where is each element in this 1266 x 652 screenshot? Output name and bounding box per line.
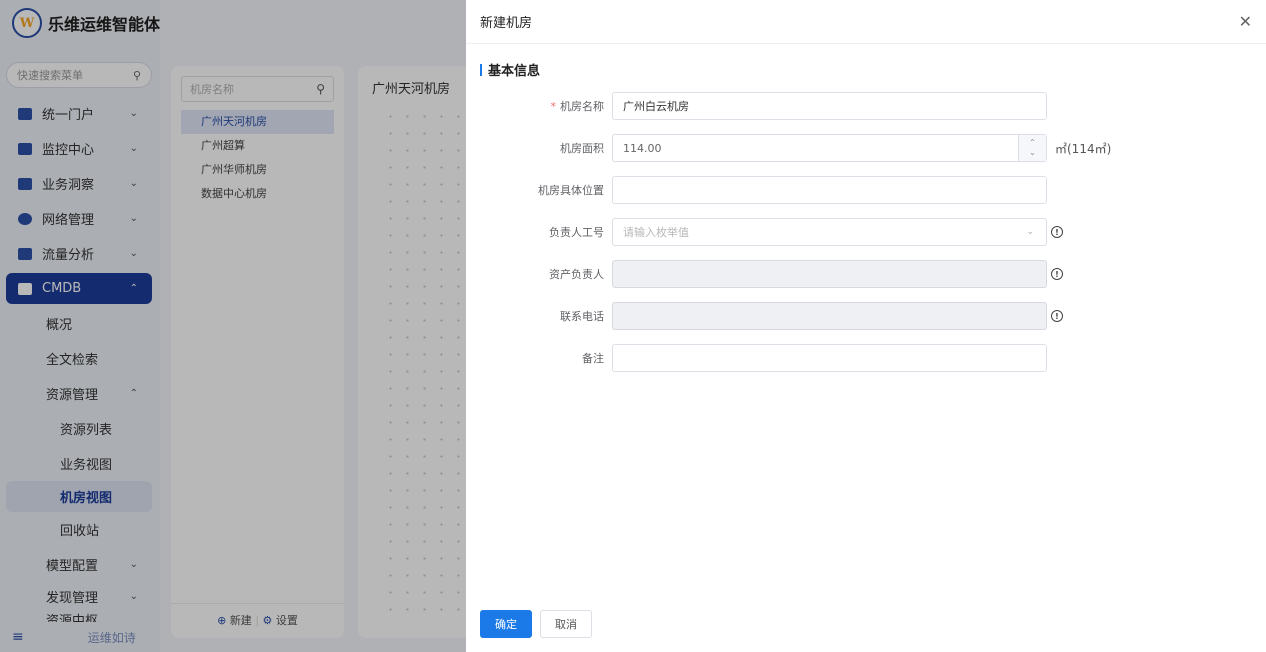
room-location-input[interactable] — [612, 176, 1047, 204]
phone-input — [612, 302, 1047, 330]
required-mark: * — [550, 100, 557, 113]
field-label: 机房具体位置 — [538, 184, 604, 197]
section-title-text: 基本信息 — [488, 64, 541, 79]
decrease-icon[interactable]: ⌄ — [1029, 148, 1036, 158]
field-label: 负责人工号 — [549, 226, 604, 239]
field-label: 联系电话 — [560, 310, 604, 323]
form-row-phone: 联系电话 ! — [466, 295, 1266, 337]
form-row-owner-id: 负责人工号 请输入枚举值 ⌄ ! — [466, 211, 1266, 253]
section-bar — [480, 63, 482, 76]
room-area-input[interactable]: 114.00 ⌃ ⌄ — [612, 134, 1047, 162]
cancel-button[interactable]: 取消 — [540, 610, 592, 638]
field-label: * 机房名称 — [466, 98, 612, 114]
area-stepper[interactable]: ⌃ ⌄ — [1018, 135, 1046, 161]
remark-input[interactable] — [612, 344, 1047, 372]
field-label: 机房面积 — [560, 142, 604, 155]
field-label: 资产负责人 — [549, 268, 604, 281]
confirm-button[interactable]: 确定 — [480, 610, 532, 638]
owner-id-placeholder: 请输入枚举值 — [623, 226, 689, 239]
field-label-text: 机房名称 — [560, 100, 604, 113]
close-icon[interactable]: ✕ — [1239, 12, 1252, 31]
info-icon[interactable]: ! — [1051, 268, 1063, 280]
section-title: 基本信息 — [480, 60, 1266, 79]
drawer-header: 新建机房 ✕ — [466, 0, 1266, 44]
new-room-drawer: 新建机房 ✕ 基本信息 * 机房名称 广州白云机房 机房面积 114.00 ⌃ ⌄… — [466, 0, 1266, 652]
area-suffix: ㎡(114㎡) — [1055, 141, 1112, 156]
field-label: 备注 — [582, 352, 604, 365]
form-row-area: 机房面积 114.00 ⌃ ⌄ ㎡(114㎡) — [466, 127, 1266, 169]
increase-icon[interactable]: ⌃ — [1029, 138, 1036, 148]
area-value: 114.00 — [623, 141, 662, 155]
drawer-title: 新建机房 — [480, 16, 533, 31]
form-row-location: 机房具体位置 — [466, 169, 1266, 211]
form-row-remark: 备注 — [466, 337, 1266, 379]
info-icon[interactable]: ! — [1051, 310, 1063, 322]
form-row-asset-owner: 资产负责人 ! — [466, 253, 1266, 295]
drawer-footer: 确定 取消 — [480, 610, 592, 638]
room-form: * 机房名称 广州白云机房 机房面积 114.00 ⌃ ⌄ ㎡(114㎡) 机房具… — [466, 85, 1266, 379]
info-icon[interactable]: ! — [1051, 226, 1063, 238]
owner-id-select[interactable]: 请输入枚举值 ⌄ — [612, 218, 1047, 246]
form-row-name: * 机房名称 广州白云机房 — [466, 85, 1266, 127]
room-name-input[interactable]: 广州白云机房 — [612, 92, 1047, 120]
asset-owner-input — [612, 260, 1047, 288]
chevron-down-icon: ⌄ — [1026, 227, 1034, 237]
